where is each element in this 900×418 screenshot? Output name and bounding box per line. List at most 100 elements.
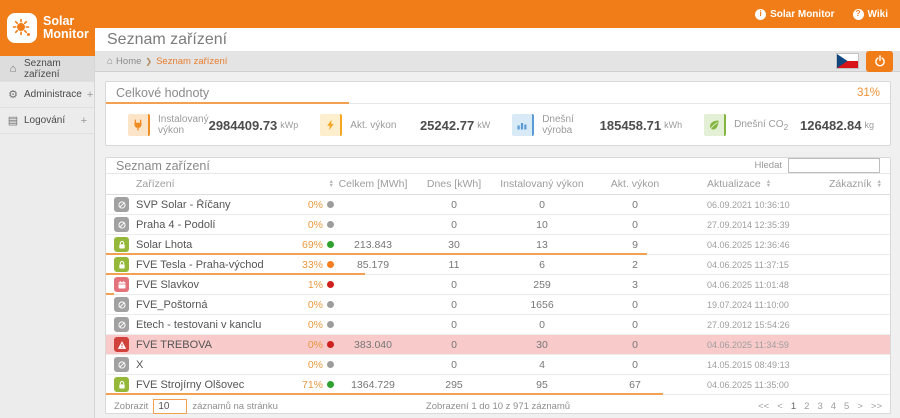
table-row[interactable]: FVE Tesla - Praha-východ33%85.179116204.… (106, 255, 890, 275)
table-row[interactable]: FVE Slavkov1%0259304.06.2025 11:01:48 (106, 275, 890, 295)
logo[interactable]: SolarMonitor (0, 0, 95, 56)
device-name[interactable]: X (136, 359, 282, 371)
device-percent: 71% (282, 379, 334, 391)
device-name[interactable]: Solar Lhota (136, 239, 282, 251)
table-row[interactable]: FVE TREBOVA0%383.040030004.06.2025 11:34… (106, 335, 890, 355)
pagination-nav[interactable]: > (857, 401, 863, 412)
column-header-instalovany[interactable]: Instalovaný výkon (496, 178, 588, 190)
akt-vykon-cell: 3 (588, 279, 682, 291)
pagination-nav[interactable]: < (777, 401, 783, 412)
stat-value: 25242.77 (420, 118, 474, 133)
sidebar-item-logovani[interactable]: ▤ Logování + (0, 108, 94, 134)
table-row[interactable]: Solar Lhota69%213.8433013904.06.2025 12:… (106, 235, 890, 255)
page-title: Seznam zařízení (107, 31, 227, 49)
page-size-input[interactable] (153, 399, 187, 414)
home-icon: ⌂ (7, 63, 19, 75)
device-status-cell (114, 337, 136, 352)
sidebar-item-label: Logování (24, 115, 65, 126)
column-header-dnes[interactable]: Dnes [kWh] (412, 178, 496, 190)
akt-vykon-cell: 0 (588, 219, 682, 231)
column-header-percent[interactable]: ▲▼ (282, 180, 334, 189)
pagination-page-1[interactable]: 1 (791, 401, 796, 412)
device-percent: 0% (282, 199, 334, 211)
sort-icon[interactable]: ▲▼ (766, 180, 771, 189)
aktualizace-cell: 04.06.2025 11:34:59 (682, 340, 818, 350)
expand-plus-icon[interactable]: + (81, 115, 87, 127)
table-row[interactable]: Etech - testovani v kanclu0%00027.09.201… (106, 315, 890, 335)
device-table-header: Seznam zařízení Hledat (106, 158, 890, 174)
device-name[interactable]: FVE Slavkov (136, 279, 282, 291)
device-name[interactable]: FVE Strojírny Olšovec (136, 379, 282, 391)
pagination-page-5[interactable]: 5 (844, 401, 849, 412)
table-row[interactable]: FVE_Poštorná0%01656019.07.2024 11:10:00 (106, 295, 890, 315)
breadcrumb-home[interactable]: Home (116, 56, 141, 67)
offline-icon (114, 317, 129, 332)
pagination-nav[interactable]: >> (871, 401, 882, 412)
device-name[interactable]: Etech - testovani v kanclu (136, 319, 282, 331)
akt-vykon-cell: 0 (588, 299, 682, 311)
pagination-nav[interactable]: << (758, 401, 769, 412)
table-row[interactable]: Praha 4 - Podolí0%010027.09.2014 12:35:3… (106, 215, 890, 235)
celkem-cell: 213.843 (334, 239, 412, 251)
topbar-link-solar-monitor[interactable]: i Solar Monitor (755, 9, 834, 20)
dnes-cell: 0 (412, 359, 496, 371)
totals-panel-header: Celkové hodnoty 31% (106, 82, 890, 104)
device-status-cell (114, 357, 136, 372)
status-dot (327, 301, 334, 308)
home-icon: ⌂ (107, 56, 113, 67)
device-name[interactable]: FVE_Poštorná (136, 299, 282, 311)
pagination-page-4[interactable]: 4 (831, 401, 836, 412)
topbar-link-wiki[interactable]: ? Wiki (853, 9, 888, 20)
percent-value: 0% (308, 339, 323, 351)
czech-flag-icon[interactable] (837, 54, 858, 68)
sidebar-item-seznam-zarizeni[interactable]: ⌂ Seznam zařízení (0, 56, 94, 82)
column-header-aktualizace[interactable]: Aktualizace▲▼ (682, 178, 818, 190)
offline-icon (114, 217, 129, 232)
column-header-celkem[interactable]: Celkem [MWh] (334, 178, 412, 190)
table-row[interactable]: X0%04014.05.2015 08:49:13 (106, 355, 890, 375)
sidebar-item-label: Administrace (24, 89, 82, 100)
device-name[interactable]: Praha 4 - Podolí (136, 219, 282, 231)
device-name[interactable]: FVE Tesla - Praha-východ (136, 259, 282, 271)
percent-value: 0% (308, 299, 323, 311)
celkem-cell: 1364.729 (334, 379, 412, 391)
device-status-cell (114, 377, 136, 392)
device-percent: 0% (282, 319, 334, 331)
pagination-page-2[interactable]: 2 (804, 401, 809, 412)
device-percent: 1% (282, 279, 334, 291)
aktualizace-cell: 14.05.2015 08:49:13 (682, 360, 818, 370)
status-dot (327, 241, 334, 248)
device-percent: 69% (282, 239, 334, 251)
percent-value: 69% (302, 239, 323, 251)
totals-title: Celkové hodnoty (116, 86, 209, 100)
device-name[interactable]: SVP Solar - Říčany (136, 199, 282, 211)
instalovany-cell: 6 (496, 259, 588, 271)
status-dot (327, 341, 334, 348)
column-header-akt-vykon[interactable]: Akt. výkon (588, 178, 682, 190)
device-table-title: Seznam zařízení (116, 159, 210, 173)
stat-label: Dnešní výroba (542, 114, 599, 136)
pagination: <<<12345>>> (626, 401, 882, 412)
akt-vykon-cell: 9 (588, 239, 682, 251)
topbar-link-label: Wiki (868, 9, 888, 20)
sort-icon[interactable]: ▲▼ (877, 180, 882, 189)
pagination-page-3[interactable]: 3 (817, 401, 822, 412)
table-row[interactable]: SVP Solar - Říčany0%00006.09.2021 10:36:… (106, 195, 890, 215)
logout-power-button[interactable] (866, 51, 893, 72)
expand-plus-icon[interactable]: + (87, 89, 93, 101)
column-header-zakaznik[interactable]: Zákazník▲▼ (818, 178, 882, 190)
offline-icon (114, 357, 129, 372)
device-name[interactable]: FVE TREBOVA (136, 339, 282, 351)
instalovany-cell: 13 (496, 239, 588, 251)
column-header-zarizeni[interactable]: Zařízení (136, 178, 282, 190)
content: Celkové hodnoty 31% Instalovaný výkon (95, 72, 900, 418)
instalovany-cell: 259 (496, 279, 588, 291)
stat-unit: kWp (280, 120, 298, 130)
breadcrumb-current: Seznam zařízení (156, 56, 227, 67)
status-dot (327, 281, 334, 288)
search-input[interactable] (788, 158, 880, 173)
device-status-cell (114, 297, 136, 312)
table-row[interactable]: FVE Strojírny Olšovec71%1364.72929595670… (106, 375, 890, 395)
sidebar-item-administrace[interactable]: ⚙ Administrace + (0, 82, 94, 108)
aktualizace-cell: 27.09.2014 12:35:39 (682, 220, 818, 230)
